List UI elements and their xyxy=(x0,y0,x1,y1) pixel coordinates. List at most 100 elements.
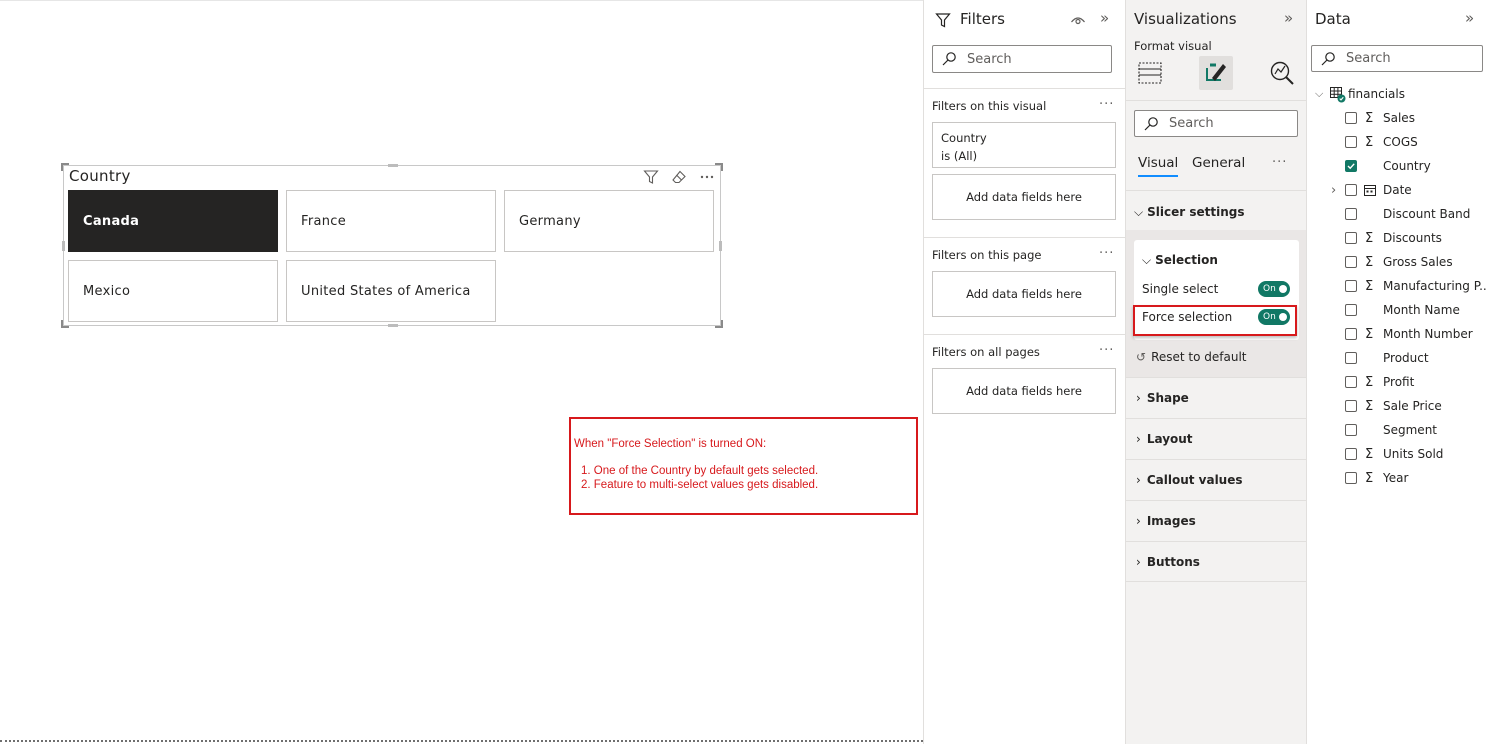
field-name: Country xyxy=(1383,159,1431,173)
format-search-input[interactable]: Search xyxy=(1134,110,1298,137)
slicer-settings-header[interactable]: ⌵ Slicer settings xyxy=(1134,205,1244,220)
field-checkbox[interactable] xyxy=(1345,376,1357,388)
table-financials[interactable]: ⌵ financials xyxy=(1307,84,1486,104)
field-checkbox[interactable] xyxy=(1345,112,1357,124)
field-name: Sales xyxy=(1383,111,1415,125)
field-item[interactable]: Σ Profit xyxy=(1307,372,1486,392)
reset-label: Reset to default xyxy=(1151,350,1247,364)
drop-label: Add data fields here xyxy=(966,287,1082,301)
section-callout-values[interactable]: › Callout values xyxy=(1126,459,1307,500)
field-item[interactable]: Σ Discounts xyxy=(1307,228,1486,248)
slicer-tile-germany[interactable]: Germany xyxy=(504,190,714,252)
collapse-data-icon[interactable]: » xyxy=(1465,9,1474,27)
analytics-icon[interactable] xyxy=(1268,59,1296,87)
section-images[interactable]: › Images xyxy=(1126,500,1307,541)
field-item[interactable]: Month Name xyxy=(1307,300,1486,320)
more-options-icon[interactable]: ··· xyxy=(1099,246,1114,261)
field-checkbox[interactable] xyxy=(1345,256,1357,268)
filters-search-input[interactable]: Search xyxy=(932,45,1112,73)
country-filter-card[interactable]: Country is (All) xyxy=(932,122,1116,168)
divider xyxy=(924,88,1126,89)
reset-to-default-button[interactable]: ↺ Reset to default xyxy=(1136,350,1246,364)
reset-icon: ↺ xyxy=(1136,350,1147,364)
search-placeholder: Search xyxy=(1169,116,1214,131)
resize-handle[interactable] xyxy=(715,320,723,328)
field-checkbox[interactable] xyxy=(1345,328,1357,340)
sigma-icon: Σ xyxy=(1365,446,1374,462)
field-item[interactable]: Σ Units Sold xyxy=(1307,444,1486,464)
field-name: Date xyxy=(1383,183,1412,197)
add-page-fields-drop[interactable]: Add data fields here xyxy=(932,271,1116,317)
resize-handle[interactable] xyxy=(388,164,398,167)
field-checkbox[interactable] xyxy=(1345,424,1357,436)
field-checkbox[interactable] xyxy=(1345,352,1357,364)
more-options-icon[interactable]: ··· xyxy=(1099,97,1114,112)
add-report-fields-drop[interactable]: Add data fields here xyxy=(932,368,1116,414)
format-visual-tab[interactable] xyxy=(1199,56,1233,90)
collapse-filters-icon[interactable]: » xyxy=(1100,9,1109,27)
field-checkbox[interactable] xyxy=(1345,472,1357,484)
tab-visual[interactable]: Visual xyxy=(1138,155,1179,177)
more-options-icon[interactable]: ··· xyxy=(1272,155,1287,170)
resize-handle[interactable] xyxy=(388,324,398,327)
resize-handle[interactable] xyxy=(61,163,69,171)
selection-header[interactable]: ⌵ Selection xyxy=(1142,253,1218,268)
field-checkbox[interactable] xyxy=(1345,208,1357,220)
visualizations-pane: Visualizations » Format visual Search Vi… xyxy=(1125,0,1307,744)
field-item[interactable]: Σ Month Number xyxy=(1307,324,1486,344)
more-options-icon[interactable]: ··· xyxy=(1099,343,1114,358)
page-boundary xyxy=(0,740,923,742)
field-item[interactable]: Σ Gross Sales xyxy=(1307,252,1486,272)
section-layout[interactable]: › Layout xyxy=(1126,418,1307,459)
add-visual-fields-drop[interactable]: Add data fields here xyxy=(932,174,1116,220)
force-selection-highlight xyxy=(1133,305,1297,336)
field-checkbox[interactable] xyxy=(1345,400,1357,412)
more-options-icon[interactable] xyxy=(698,168,716,186)
chevron-right-icon[interactable]: › xyxy=(1331,183,1336,198)
chevron-down-icon: ⌵ xyxy=(1315,87,1324,100)
field-name: Year xyxy=(1383,471,1409,485)
field-checkbox[interactable] xyxy=(1345,160,1357,172)
field-checkbox[interactable] xyxy=(1345,448,1357,460)
tab-general[interactable]: General xyxy=(1192,155,1245,171)
field-checkbox[interactable] xyxy=(1345,232,1357,244)
section-shape[interactable]: › Shape xyxy=(1126,377,1307,418)
eraser-icon[interactable] xyxy=(670,168,688,186)
resize-handle[interactable] xyxy=(719,241,722,251)
field-checkbox[interactable] xyxy=(1345,304,1357,316)
search-placeholder: Search xyxy=(967,51,1012,67)
slicer-tile-canada[interactable]: Canada xyxy=(68,190,278,252)
resize-handle[interactable] xyxy=(715,163,723,171)
eye-icon[interactable] xyxy=(1070,13,1086,27)
tile-label: United States of America xyxy=(301,283,471,299)
field-item[interactable]: › Date xyxy=(1307,180,1486,200)
country-slicer[interactable]: Country Canada France Germany Mexico Uni… xyxy=(61,163,723,328)
slicer-tile-mexico[interactable]: Mexico xyxy=(68,260,278,322)
field-item[interactable]: Segment xyxy=(1307,420,1486,440)
selection-label: Selection xyxy=(1155,253,1218,267)
field-checkbox[interactable] xyxy=(1345,280,1357,292)
slicer-tile-france[interactable]: France xyxy=(286,190,496,252)
build-visual-icon[interactable] xyxy=(1137,60,1163,86)
field-item[interactable]: Σ Sale Price xyxy=(1307,396,1486,416)
field-item[interactable]: Country xyxy=(1307,156,1486,176)
field-item[interactable]: Σ Manufacturing P... xyxy=(1307,276,1486,296)
collapse-visualizations-icon[interactable]: » xyxy=(1284,9,1293,27)
field-item[interactable]: Discount Band xyxy=(1307,204,1486,224)
field-item[interactable]: Product xyxy=(1307,348,1486,368)
single-select-toggle[interactable]: On xyxy=(1258,281,1290,297)
field-checkbox[interactable] xyxy=(1345,184,1357,196)
data-search-input[interactable]: Search xyxy=(1311,45,1483,72)
divider xyxy=(1126,190,1307,191)
filter-icon[interactable] xyxy=(642,168,660,186)
filter-icon xyxy=(935,13,951,28)
field-item[interactable]: Σ Sales xyxy=(1307,108,1486,128)
section-buttons[interactable]: › Buttons xyxy=(1126,541,1307,582)
resize-handle[interactable] xyxy=(62,241,65,251)
field-checkbox[interactable] xyxy=(1345,136,1357,148)
slicer-tile-usa[interactable]: United States of America xyxy=(286,260,496,322)
drop-label: Add data fields here xyxy=(966,190,1082,204)
field-item[interactable]: Σ Year xyxy=(1307,468,1486,488)
field-item[interactable]: Σ COGS xyxy=(1307,132,1486,152)
report-canvas[interactable]: Country Canada France Germany Mexico Uni… xyxy=(0,0,923,744)
